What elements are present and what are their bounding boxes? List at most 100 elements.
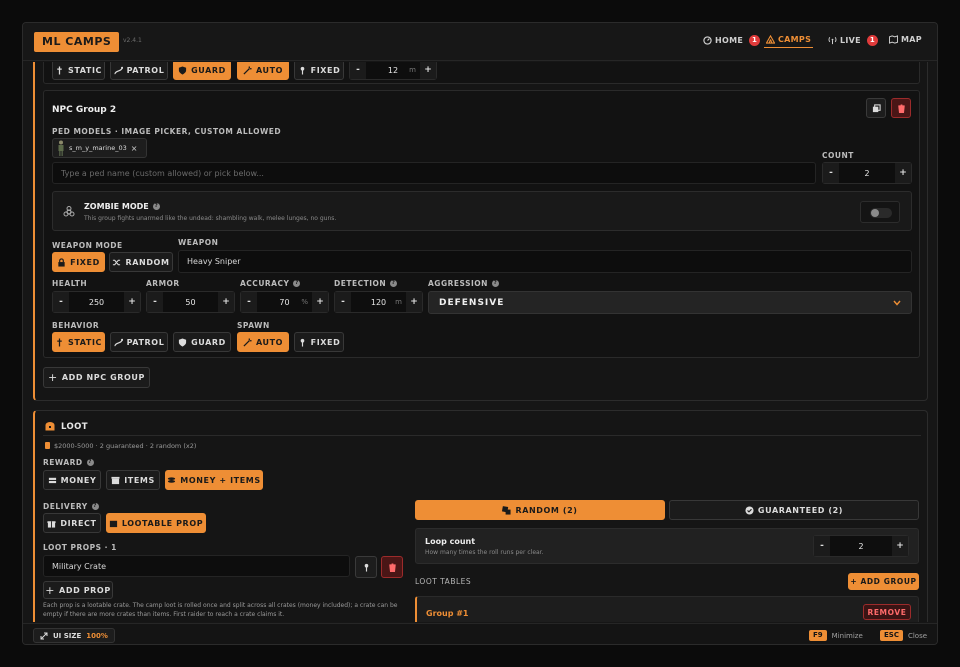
loot-group-card: Group #1 REMOVE	[415, 596, 919, 622]
plus-button[interactable]: +	[312, 292, 328, 312]
place-prop-button[interactable]	[355, 556, 377, 578]
aggression-select[interactable]: DEFENSIVE	[428, 291, 912, 314]
plus-button[interactable]: +	[420, 62, 436, 79]
minimize-hint[interactable]: F9 Minimize	[809, 630, 863, 641]
nav-live[interactable]: LIVE 1	[828, 35, 878, 46]
minus-button[interactable]: -	[823, 163, 839, 183]
accuracy-stepper[interactable]: -70% +	[240, 291, 329, 313]
main-content[interactable]: STATIC PATROL GUARD AUTO FIXED - 12 m + N…	[23, 62, 937, 622]
help-icon[interactable]: ?	[491, 280, 499, 287]
loop-count-title: Loop count	[425, 537, 476, 546]
behavior-guard-button[interactable]: GUARD	[173, 332, 231, 352]
footer-bar: UI SIZE 100% F9 Minimize ESC Close	[23, 623, 937, 644]
delivery-direct-button[interactable]: DIRECT	[43, 513, 101, 533]
add-loot-group-button[interactable]: + ADD GROUP	[848, 573, 919, 590]
biohazard-icon	[63, 206, 75, 217]
static-label: STATIC	[67, 65, 103, 75]
remove-group-button[interactable]: REMOVE	[863, 604, 911, 620]
spawn-auto-button[interactable]: AUTO	[237, 62, 289, 80]
minus-button[interactable]: -	[147, 292, 163, 312]
loot-props-note: Each prop is a lootable crate. The camp …	[43, 602, 398, 618]
loop-count-stepper[interactable]: - 2 +	[813, 535, 909, 557]
ped-name-input[interactable]: Type a ped name (custom allowed) or pick…	[52, 162, 816, 184]
route-icon	[113, 338, 123, 346]
plus-button[interactable]: +	[218, 292, 234, 312]
ui-size-control[interactable]: UI SIZE 100%	[33, 628, 115, 643]
loot-prop-input[interactable]: Military Crate	[43, 555, 350, 577]
money-icon	[45, 442, 50, 449]
count-stepper[interactable]: - 2 +	[822, 162, 912, 184]
accuracy-number: 70	[279, 297, 290, 307]
nav-camps[interactable]: CAMPS	[763, 35, 814, 48]
add-npc-group-label: ADD NPC GROUP	[61, 373, 145, 382]
reward-money-items-button[interactable]: MONEY + ITEMS	[165, 470, 263, 490]
nav-map[interactable]: MAP	[889, 35, 922, 44]
plus-icon: +	[45, 583, 56, 597]
behavior-guard-button[interactable]: GUARD	[173, 62, 231, 80]
aggression-label: AGGRESSION?	[428, 279, 499, 288]
resize-icon	[40, 632, 48, 639]
minus-button[interactable]: -	[350, 62, 366, 79]
health-value: 250	[88, 297, 105, 307]
tab-random[interactable]: RANDOM (2)	[415, 500, 665, 520]
help-icon[interactable]: ?	[86, 459, 94, 466]
detection-stepper[interactable]: - 120 m +	[334, 291, 423, 313]
delete-group-button[interactable]	[891, 98, 911, 118]
tab-guaranteed[interactable]: GUARANTEED (2)	[669, 500, 919, 520]
detection-number: 120	[370, 297, 387, 307]
behavior-patrol-button[interactable]: PATROL	[110, 62, 168, 80]
add-npc-group-button[interactable]: + ADD NPC GROUP	[43, 367, 150, 388]
plus-button[interactable]: +	[895, 163, 911, 183]
spawn-fixed-button[interactable]: FIXED	[294, 62, 344, 80]
count-value: 2	[864, 168, 870, 178]
minus-button[interactable]: -	[814, 536, 830, 556]
plus-icon: +	[48, 371, 58, 384]
reward-money-button[interactable]: MONEY	[43, 470, 101, 490]
minus-button[interactable]: -	[241, 292, 257, 312]
help-icon[interactable]: ?	[91, 503, 99, 510]
minus-button[interactable]: -	[335, 292, 351, 312]
crate-icon	[109, 520, 117, 527]
zombie-mode-panel: ZOMBIE MODE? This group fights unarmed l…	[52, 191, 912, 231]
spawn-fixed-button[interactable]: FIXED	[294, 332, 344, 352]
health-label: HEALTH	[52, 279, 88, 288]
close-hint[interactable]: ESC Close	[880, 630, 927, 641]
nav-home[interactable]: HOME 1	[703, 35, 761, 46]
help-icon[interactable]: ?	[152, 203, 160, 210]
weapon-random-button[interactable]: RANDOM	[109, 252, 173, 272]
patrol-label: PATROL	[126, 337, 165, 347]
static-label: STATIC	[67, 337, 103, 347]
delivery-lootable-prop-button[interactable]: LOOTABLE PROP	[106, 513, 206, 533]
weapon-fixed-button[interactable]: FIXED	[52, 252, 105, 272]
chevron-down-icon	[893, 300, 901, 306]
minus-button[interactable]: -	[53, 292, 69, 312]
help-icon[interactable]: ?	[390, 280, 398, 287]
health-stepper[interactable]: - 250 +	[52, 291, 141, 313]
ped-chip-label: s_m_y_marine_03	[69, 144, 127, 152]
npc-section: STATIC PATROL GUARD AUTO FIXED - 12 m + N…	[33, 62, 928, 401]
plus-button[interactable]: +	[406, 292, 422, 312]
plus-button[interactable]: +	[892, 536, 908, 556]
spawn-radius-stepper[interactable]: - 12 m +	[349, 62, 437, 80]
armor-stepper[interactable]: - 50 +	[146, 291, 235, 313]
help-icon[interactable]: ?	[293, 280, 301, 287]
map-icon	[889, 35, 898, 44]
duplicate-group-button[interactable]	[866, 98, 886, 118]
ped-chip-remove-button[interactable]: ×	[131, 144, 138, 153]
zombie-toggle[interactable]	[860, 201, 900, 223]
delete-prop-button[interactable]	[381, 556, 403, 578]
behavior-static-button[interactable]: STATIC	[52, 332, 105, 352]
loot-title: LOOT	[61, 422, 88, 432]
plus-button[interactable]: +	[124, 292, 140, 312]
weapon-input[interactable]: Heavy Sniper	[178, 250, 912, 273]
weapon-label: WEAPON	[178, 238, 219, 247]
behavior-static-button[interactable]: STATIC	[52, 62, 105, 80]
npc-group-title: NPC Group 2	[52, 105, 117, 115]
behavior-patrol-button[interactable]: PATROL	[110, 332, 168, 352]
detection-label: DETECTION?	[334, 279, 398, 288]
reward-items-button[interactable]: ITEMS	[106, 470, 160, 490]
app-logo: ML CAMPS	[34, 32, 120, 52]
add-prop-button[interactable]: + ADD PROP	[43, 581, 113, 599]
spawn-auto-button[interactable]: AUTO	[237, 332, 289, 352]
esc-key: ESC	[880, 630, 903, 641]
